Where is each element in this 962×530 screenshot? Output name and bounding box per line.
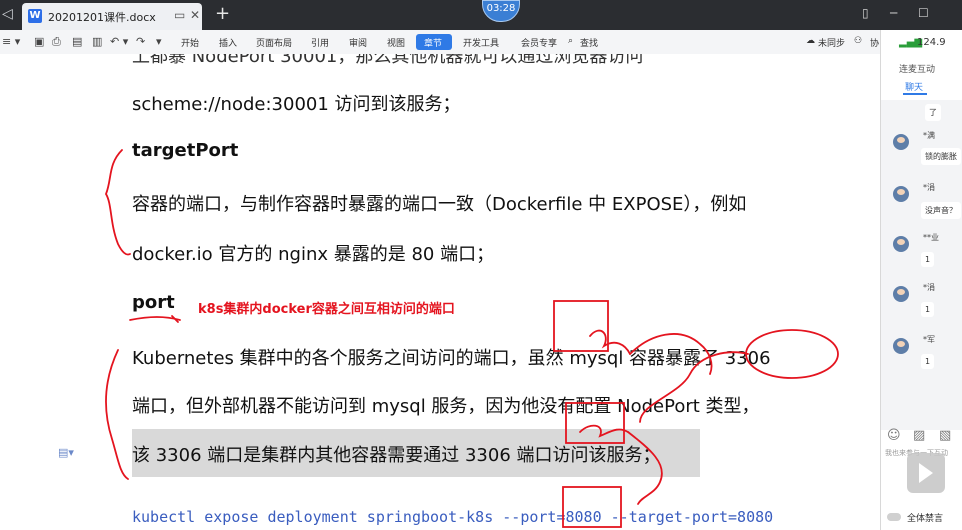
chat-bubble: 了 [925, 104, 941, 121]
emoji-icon[interactable]: ☺ [887, 428, 901, 443]
arrow-to-code [627, 431, 663, 505]
print-preview-icon[interactable]: ⎙ [52, 35, 61, 49]
recording-timer: 03:28 [482, 0, 520, 22]
menu-references[interactable]: 引用 [311, 36, 329, 49]
menu-page-layout[interactable]: 页面布局 [256, 36, 292, 49]
circle-3306 [745, 329, 839, 379]
interactive-mic-label[interactable]: 连麦互动 [899, 62, 935, 75]
mute-all-toggle[interactable] [887, 513, 901, 521]
screenshot-icon[interactable]: ▧ [939, 428, 951, 443]
search-icon[interactable]: ⌕ [568, 36, 573, 46]
image-icon[interactable]: ▨ [913, 428, 925, 443]
share-icon[interactable]: ⚇ [854, 36, 862, 46]
mute-all-label: 全体禁言 [907, 514, 944, 524]
chat-message-list[interactable]: 了 *满 锁的膨胀 *涓 没声音？ **业 1 *涓 1 *军 1 [881, 100, 962, 430]
arrow-to-3306 [629, 333, 713, 375]
restore-window-icon[interactable]: ▯ [862, 6, 869, 20]
avatar [893, 134, 909, 150]
brace-port-section [105, 349, 129, 480]
tab-chat[interactable]: 聊天 [905, 80, 923, 93]
chat-input-tools: ☺ ▨ ▧ [881, 428, 962, 448]
document-tab[interactable]: W 20201201课件.docx ▭ ✕ [22, 3, 202, 30]
signal-value: 124.9 [917, 37, 946, 48]
sync-status[interactable]: 未同步 [818, 36, 845, 49]
chat-username: *军 [923, 335, 935, 344]
avatar [893, 186, 909, 202]
live-chat-panel: ▂▄▆ 124.9 连麦互动 聊天 了 *满 锁的膨胀 *涓 没声音？ **业 … [880, 30, 962, 530]
redo-icon[interactable]: ↷ [136, 35, 145, 48]
menu-developer-tools[interactable]: 开发工具 [463, 36, 499, 49]
avatar [893, 338, 909, 354]
chat-bubble: 1 [921, 252, 935, 267]
tab-monitor-icon[interactable]: ▭ [174, 8, 185, 22]
chat-username: **业 [923, 233, 939, 242]
chat-bubble: 没声音？ [921, 202, 961, 219]
chat-username: *涓 [923, 283, 935, 292]
menu-insert[interactable]: 插入 [219, 36, 237, 49]
save-icon[interactable]: ▣ [34, 35, 44, 48]
menu-dropdown-icon[interactable]: ≡ ▾ [2, 35, 20, 48]
add-tab-icon[interactable]: + [215, 3, 230, 24]
maximize-icon[interactable]: ☐ [918, 6, 929, 20]
box-3306-lower [565, 402, 625, 444]
chevron-left-icon[interactable]: ◁ [2, 6, 13, 22]
menu-review[interactable]: 审阅 [349, 36, 367, 49]
menu-view[interactable]: 视图 [387, 36, 405, 49]
chat-bubble: 1 [921, 302, 935, 317]
avatar [893, 286, 909, 302]
window-controls: ▯ ─ ☐ [862, 6, 962, 26]
menu-home[interactable]: 开始 [181, 36, 199, 49]
avatar [893, 236, 909, 252]
menu-chapter[interactable]: 章节 [424, 36, 442, 49]
pen-annotations [104, 149, 839, 528]
arrow-from-3306 [639, 351, 749, 423]
title-bar: ◁ W 20201201课件.docx ▭ ✕ + 03:28 ▯ ─ ☐ [0, 0, 962, 30]
chat-username: *满 [923, 131, 935, 140]
word-doc-icon: W [28, 9, 42, 23]
menu-find[interactable]: 查找 [580, 36, 598, 49]
chat-bubble: 1 [921, 354, 935, 369]
brace-targetport [104, 149, 131, 256]
squiggle-lower [579, 424, 629, 438]
play-video-icon[interactable] [907, 453, 945, 493]
minimize-icon[interactable]: ─ [890, 6, 897, 20]
document-page[interactable]: 上都暴 NodePort 30001，那么其他机器就可以通过浏览器访问 sche… [0, 54, 880, 530]
cloud-sync-icon[interactable]: ☁ [806, 36, 815, 46]
ribbon-toolbar: ≡ ▾ ▣ ⎙ ▤ ▥ ↶ ▾ ↷ ▾ 开始 插入 页面布局 引用 审阅 视图 … [0, 30, 880, 55]
menu-member[interactable]: 会员专享 [521, 36, 557, 49]
export-pdf-icon[interactable]: ▥ [92, 35, 102, 48]
document-tab-title: 20201201课件.docx [48, 11, 156, 24]
undo-icon[interactable]: ↶ ▾ [110, 35, 128, 48]
print-icon[interactable]: ▤ [72, 35, 82, 48]
chat-username: *涓 [923, 183, 935, 192]
box-port-8080 [562, 486, 622, 528]
share-label[interactable]: 协 [870, 36, 879, 49]
toolbar-more-icon[interactable]: ▾ [156, 35, 162, 48]
chat-bubble: 锁的膨胀 [921, 148, 961, 165]
box-mysql [553, 300, 609, 352]
tab-close-icon[interactable]: ✕ [190, 8, 200, 22]
chat-tab-underline [903, 93, 927, 95]
